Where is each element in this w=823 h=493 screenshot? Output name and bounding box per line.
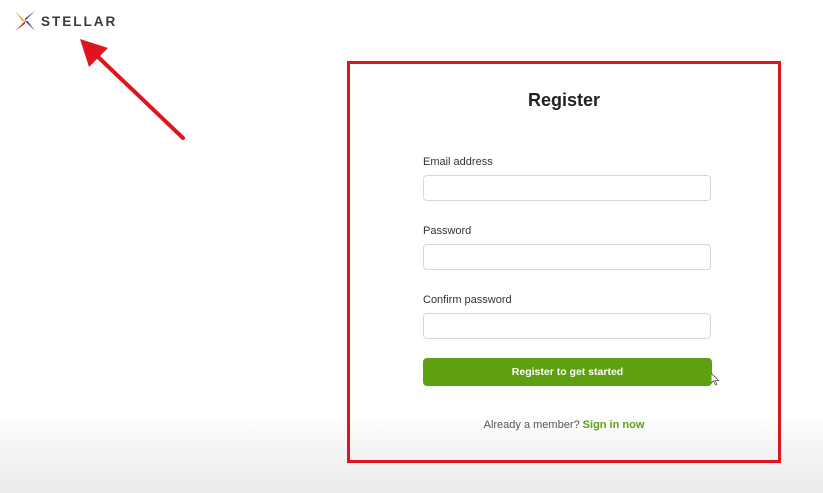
signin-prompt: Already a member? Sign in now	[350, 419, 778, 431]
mouse-cursor-icon	[711, 373, 720, 386]
email-label: Email address	[423, 156, 493, 168]
star-logo-icon	[14, 10, 36, 32]
confirm-password-field[interactable]	[423, 313, 711, 339]
confirm-password-label: Confirm password	[423, 294, 512, 306]
password-label: Password	[423, 225, 472, 237]
brand-name: STELLAR	[41, 13, 118, 29]
register-button[interactable]: Register to get started	[423, 358, 712, 386]
signin-prompt-text: Already a member?	[483, 419, 580, 431]
brand-logo[interactable]: STELLAR	[14, 10, 117, 32]
register-panel-highlight: Register Email address Password Confirm …	[347, 61, 781, 463]
page-title: Register	[527, 90, 601, 110]
password-field[interactable]	[423, 244, 711, 270]
register-button-label: Register to get started	[511, 366, 624, 378]
sign-in-link[interactable]: Sign in now	[583, 419, 645, 431]
email-field[interactable]	[423, 175, 711, 201]
